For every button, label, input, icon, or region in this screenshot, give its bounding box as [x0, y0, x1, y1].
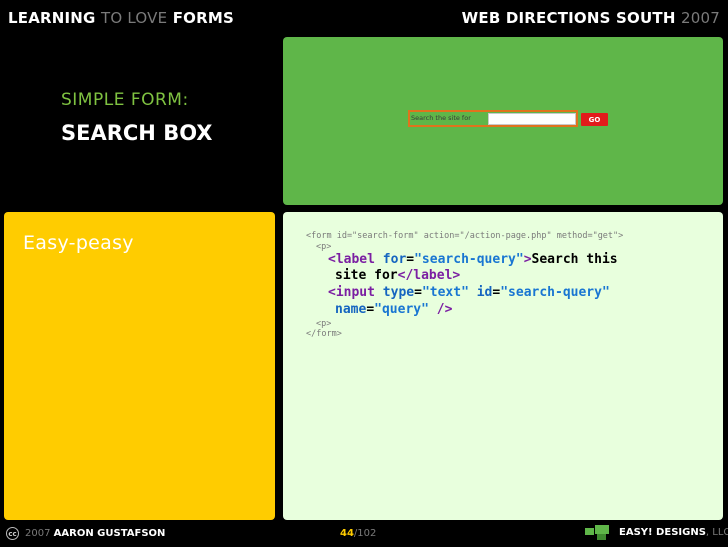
code-id-attr: id: [476, 285, 493, 300]
code-label-line: <label for="search-query">Search this: [328, 252, 618, 267]
code-for-attr: for: [382, 252, 407, 267]
slide-title: SEARCH BOX: [61, 121, 213, 145]
code-input-line-2: name="query" />: [335, 302, 452, 317]
code-form-open: <form id="search-form" action="/action-p…: [306, 231, 624, 241]
preview-search-label: Search the site for: [411, 114, 471, 122]
event-name: WEB DIRECTIONS SOUTH: [461, 9, 676, 27]
title-to-love: TO LOVE: [101, 9, 168, 27]
company-logo: EASY! DESIGNS, LLC: [585, 524, 728, 541]
code-label-tag-end: >: [523, 252, 532, 267]
code-p-open: <p>: [316, 242, 332, 252]
notes-text: Easy-peasy: [23, 232, 134, 254]
code-id-value: "search-query": [500, 285, 610, 300]
code-eq: =: [366, 302, 375, 317]
creative-commons-icon: cc: [6, 527, 19, 540]
code-name-value: "query": [374, 302, 429, 317]
event-title: WEB DIRECTIONS SOUTH 2007: [462, 9, 720, 27]
code-type-value: "text": [421, 285, 469, 300]
code-input-line: <input type="text" id="search-query": [328, 285, 610, 300]
title-forms: FORMS: [172, 9, 234, 27]
notes-panel: [4, 212, 275, 520]
code-input-close: />: [436, 302, 453, 317]
code-for-value: "search-query": [414, 252, 524, 267]
code-label-text-2: site for: [335, 268, 398, 283]
code-type-attr: type: [382, 285, 415, 300]
code-p-close: <p>: [316, 319, 332, 329]
footer-author: AARON GUSTAFSON: [53, 528, 166, 539]
preview-go-button[interactable]: GO: [581, 113, 608, 126]
page-total: /102: [353, 528, 377, 539]
code-form-close: </form>: [306, 329, 342, 339]
title-learning: LEARNING: [8, 9, 96, 27]
code-input-tag: <input: [328, 285, 375, 300]
code-label-tag: <label: [328, 252, 375, 267]
code-eq: =: [414, 285, 422, 300]
page-counter: 44/102: [340, 528, 376, 539]
code-name-attr: name: [335, 302, 367, 317]
page-current: 44: [340, 528, 354, 539]
code-label-line-2: site for</label>: [335, 268, 460, 283]
event-year: 2007: [681, 9, 720, 27]
slide-subtitle: SIMPLE FORM:: [61, 90, 189, 110]
easy-designs-logo-icon: [585, 525, 609, 540]
presentation-title: LEARNING TO LOVE FORMS: [8, 9, 234, 27]
company-suffix: , LLC: [705, 527, 728, 538]
code-label-close: </label>: [397, 268, 461, 283]
footer-credit: cc 2007 AARON GUSTAFSON: [6, 527, 165, 540]
company-name: EASY! DESIGNS: [619, 527, 706, 538]
preview-search-input[interactable]: [488, 113, 576, 125]
code-label-text-1: Search this: [531, 252, 618, 267]
footer-year: 2007: [25, 528, 51, 539]
code-eq: =: [406, 252, 415, 267]
